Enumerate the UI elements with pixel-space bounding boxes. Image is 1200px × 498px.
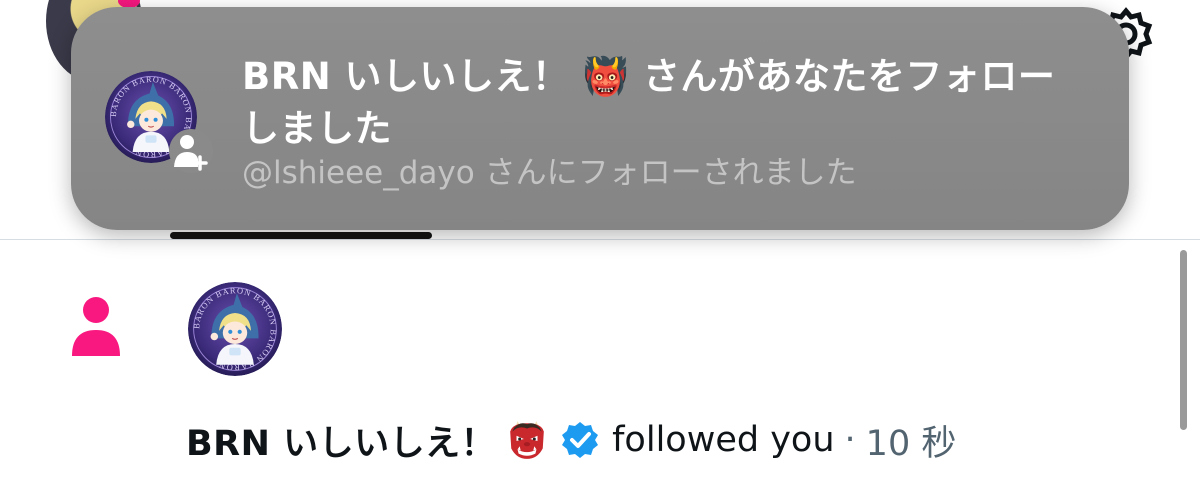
follower-avatar[interactable] xyxy=(188,282,282,376)
avatar-image xyxy=(188,282,282,376)
banner-subtitle: @lshieee_dayo さんにフォローされました xyxy=(242,155,857,191)
timestamp: 10 秒 xyxy=(865,423,957,464)
divider xyxy=(0,239,1200,240)
scrollbar[interactable] xyxy=(1180,250,1187,430)
action-text: followed you xyxy=(612,420,835,460)
person-add-icon xyxy=(169,129,213,173)
push-notification-banner[interactable]: BRN いしいしえ！ 👹 さんがあなたをフォローしました @lshieee_da… xyxy=(71,7,1129,230)
banner-title: BRN いしいしえ！ 👹 さんがあなたをフォローしました xyxy=(242,55,1056,150)
follower-name[interactable]: BRN いしいしえ！ xyxy=(186,415,496,466)
follow-notification-text[interactable]: BRN いしいしえ！ followed you · 10 秒 xyxy=(186,412,956,468)
separator: · xyxy=(844,420,856,460)
banner-drag-handle[interactable] xyxy=(170,232,432,239)
verified-badge-icon xyxy=(562,422,599,458)
oni-emoji-icon xyxy=(506,419,548,461)
person-icon xyxy=(72,297,120,356)
